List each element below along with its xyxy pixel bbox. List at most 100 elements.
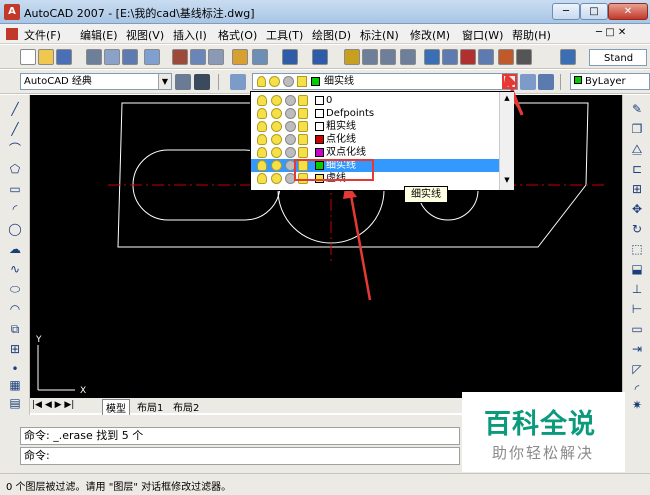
layer-row[interactable]: 点化线 [251, 133, 499, 146]
sheet-set-icon[interactable] [478, 49, 494, 65]
tab-model[interactable]: 模型 [102, 399, 130, 415]
scroll-up-icon[interactable]: ▲ [502, 94, 512, 104]
tab-nav-arrows-icon[interactable]: |◀ ◀ ▶ ▶| [32, 400, 74, 410]
bulb-icon[interactable] [257, 147, 267, 158]
sun-icon[interactable] [271, 95, 282, 106]
bulb-icon[interactable] [257, 134, 267, 145]
plot-preview-icon[interactable] [104, 49, 120, 65]
layer-list-scrollbar[interactable]: ▲ ▼ [499, 92, 514, 190]
gradient-icon[interactable]: ▤ [7, 395, 23, 411]
lock-icon[interactable] [298, 95, 308, 106]
fillet-icon[interactable]: ◜ [629, 381, 645, 397]
zoom-previous-icon[interactable] [400, 49, 416, 65]
layer-color-swatch[interactable] [315, 122, 324, 131]
sun-icon[interactable] [271, 147, 282, 158]
autocad-app-icon[interactable]: A [4, 4, 20, 20]
spline-icon[interactable]: ∿ [7, 261, 23, 277]
layer-combo[interactable]: 细实线 ▼ [252, 73, 518, 90]
point-icon[interactable]: • [7, 361, 23, 377]
quickcalc-icon[interactable] [516, 49, 532, 65]
layer-row[interactable]: 双点化线 [251, 146, 499, 159]
markup-icon[interactable] [498, 49, 514, 65]
bulb-icon[interactable] [257, 121, 267, 132]
sun-icon[interactable] [271, 173, 282, 184]
array-icon[interactable]: ⊞ [629, 181, 645, 197]
ellipse-icon[interactable]: ⬭ [7, 281, 23, 297]
tab-layout2[interactable]: 布局2 [170, 399, 202, 414]
explode-icon[interactable]: ✷ [629, 397, 645, 413]
insert-block-icon[interactable]: ⧉ [7, 321, 23, 337]
lock-icon[interactable] [298, 134, 308, 145]
revision-cloud-icon[interactable]: ☁ [7, 241, 23, 257]
scroll-down-icon[interactable]: ▼ [502, 176, 512, 186]
lock-icon[interactable] [298, 121, 308, 132]
bulb-icon[interactable] [257, 95, 267, 106]
join-icon[interactable]: ⇥ [629, 341, 645, 357]
sun-icon[interactable] [271, 121, 282, 132]
viewport-freeze-icon[interactable] [285, 95, 296, 106]
extend-icon[interactable]: ⊢ [629, 301, 645, 317]
tab-layout1[interactable]: 布局1 [134, 399, 166, 414]
menu-format[interactable]: 格式(O) [218, 27, 257, 43]
menu-dimension[interactable]: 标注(N) [360, 27, 399, 43]
open-icon[interactable] [38, 49, 54, 65]
circle-icon[interactable]: ◯ [7, 221, 23, 237]
layer-manager-icon[interactable] [230, 74, 246, 90]
color-control-combo[interactable]: ByLayer [570, 73, 650, 90]
polygon-icon[interactable]: ⬠ [7, 161, 23, 177]
menu-insert[interactable]: 插入(I) [173, 27, 207, 43]
sun-icon[interactable] [271, 134, 282, 145]
minimize-button[interactable]: ─ [552, 3, 580, 20]
menu-draw[interactable]: 绘图(D) [312, 27, 351, 43]
3d-dwf-icon[interactable] [144, 49, 160, 65]
scale-icon[interactable]: ⬚ [629, 241, 645, 257]
copy-clip-icon[interactable] [190, 49, 206, 65]
bulb-icon[interactable] [257, 160, 267, 171]
layer-color-swatch[interactable] [315, 135, 324, 144]
properties-icon[interactable] [424, 49, 440, 65]
lock-icon[interactable] [298, 108, 308, 119]
bulb-icon[interactable] [257, 108, 267, 119]
layer-color-swatch[interactable] [315, 109, 324, 118]
paste-icon[interactable] [208, 49, 224, 65]
layer-row[interactable]: 粗实线 [251, 120, 499, 133]
match-properties-icon[interactable] [232, 49, 248, 65]
design-center-icon[interactable] [442, 49, 458, 65]
close-button[interactable]: ✕ [608, 3, 648, 20]
text-style-combo[interactable]: Stand [589, 49, 647, 66]
sun-icon[interactable] [271, 108, 282, 119]
bulb-icon[interactable] [257, 173, 267, 184]
construction-line-icon[interactable]: ╱ [7, 121, 23, 137]
break-icon[interactable]: ▭ [629, 321, 645, 337]
erase-icon[interactable]: ✎ [629, 101, 645, 117]
rotate-icon[interactable]: ↻ [629, 221, 645, 237]
layer-row[interactable]: 0 [251, 94, 499, 107]
zoom-realtime-icon[interactable] [362, 49, 378, 65]
layer-row[interactable]: 细实线 [251, 159, 499, 172]
layer-row[interactable]: 虚线 [251, 172, 499, 185]
menu-modify[interactable]: 修改(M) [410, 27, 450, 43]
rectangle-icon[interactable]: ▭ [7, 181, 23, 197]
help-icon[interactable] [560, 49, 576, 65]
sun-icon[interactable] [271, 160, 282, 171]
hatch-icon[interactable]: ▦ [7, 377, 23, 393]
plot-icon[interactable] [86, 49, 102, 65]
pan-icon[interactable] [344, 49, 360, 65]
restore-button[interactable]: □ [580, 3, 608, 20]
chamfer-icon[interactable]: ◸ [629, 361, 645, 377]
tool-palettes-icon[interactable] [460, 49, 476, 65]
ellipse-arc-icon[interactable]: ◠ [7, 301, 23, 317]
menu-window[interactable]: 窗口(W) [462, 27, 503, 43]
layer-dropdown-list[interactable]: 0 Defpoints 粗实线 点化线 双点化线 细实线 虚线 ▲ ▼ [250, 91, 514, 191]
copy-icon[interactable]: ❐ [629, 121, 645, 137]
undo-icon[interactable] [282, 49, 298, 65]
viewport-freeze-icon[interactable] [285, 121, 296, 132]
make-block-icon[interactable]: ⊞ [7, 341, 23, 357]
viewport-freeze-icon[interactable] [285, 147, 296, 158]
command-input[interactable]: 命令: [20, 447, 460, 465]
layer-color-swatch[interactable] [315, 96, 324, 105]
arc-icon[interactable]: ◜ [7, 201, 23, 217]
publish-icon[interactable] [122, 49, 138, 65]
document-icon[interactable] [6, 28, 18, 40]
polyline-icon[interactable]: ⌒ [7, 141, 23, 157]
